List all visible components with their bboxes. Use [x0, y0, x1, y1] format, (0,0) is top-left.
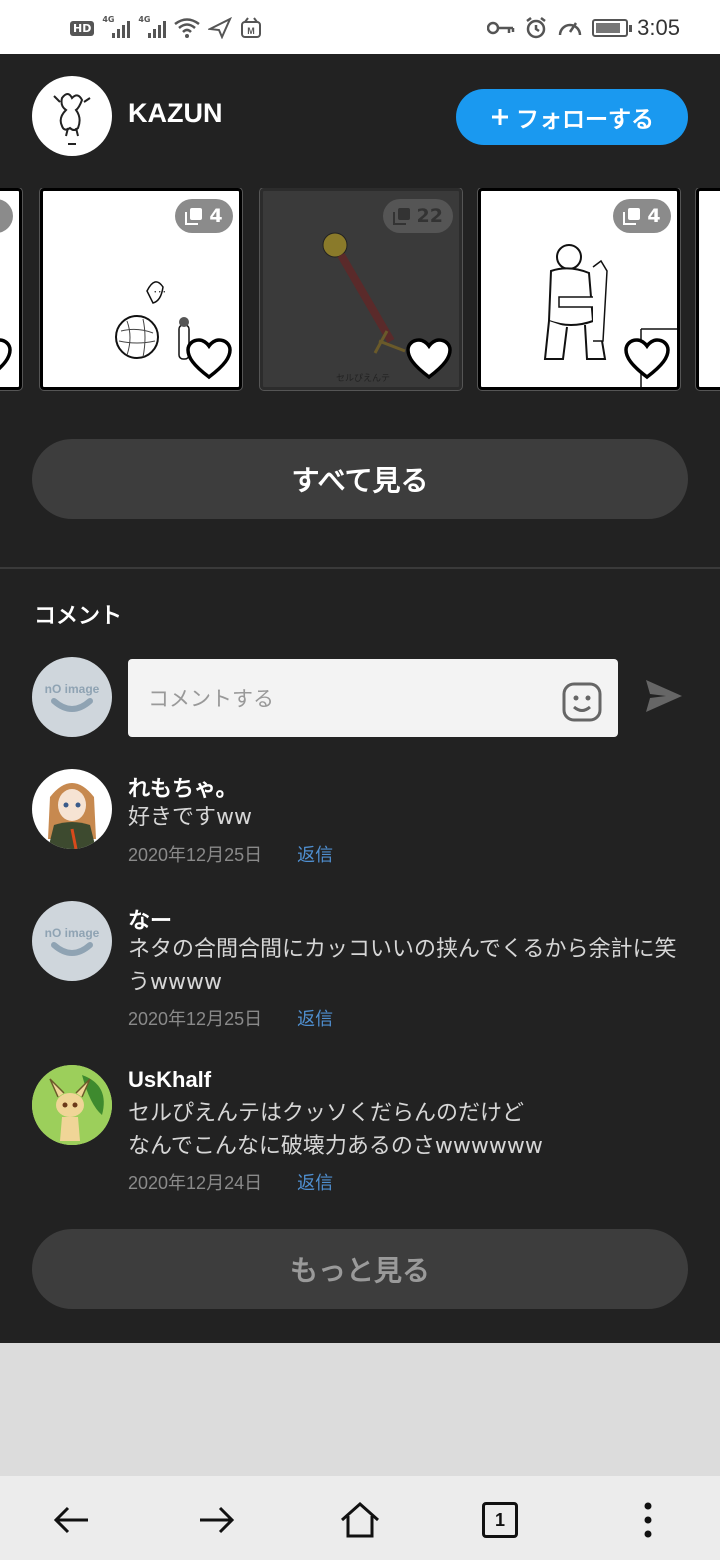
work-thumbnail[interactable]: セルぴえんテ 22 — [259, 188, 463, 391]
comment-meta: 2020年12月25日 返信 — [128, 1005, 333, 1031]
comment-author[interactable]: れもちゃ。 — [128, 771, 238, 803]
send-comment-icon[interactable] — [644, 676, 684, 716]
signal-icon: 4G — [138, 15, 167, 38]
comment-item: UsKhalf セルぴえんテはクッソくだらんのだけど なんでこんなに破壊力あるの… — [32, 1065, 692, 1195]
svg-text:nO image: nO image — [45, 682, 100, 696]
image-count-badge: 4 — [0, 199, 13, 233]
alarm-icon — [526, 17, 546, 39]
section-divider — [0, 567, 720, 569]
back-arrow-icon[interactable] — [50, 1498, 94, 1542]
heart-icon[interactable] — [185, 337, 233, 381]
load-more-button[interactable]: もっと見る — [32, 1229, 688, 1309]
svg-text:nO image: nO image — [45, 926, 100, 940]
tabs-icon[interactable]: 1 — [482, 1502, 518, 1538]
comment-item: nO image なー ネタの合間合間にカッコいいの挟んでくるから余計に笑うww… — [32, 901, 692, 1031]
comment-date: 2020年12月24日 — [128, 1173, 263, 1193]
works-gallery[interactable]: 4 ･･･ 4 セル — [0, 188, 720, 392]
current-user-avatar: nO image — [32, 657, 112, 737]
comment-text: ネタの合間合間にカッコいいの挟んでくるから余計に笑うwwww — [128, 937, 677, 995]
comment-input-placeholder: コメントする — [148, 687, 274, 711]
comment-text: 好きですww — [128, 805, 252, 830]
multi-image-icon — [185, 208, 203, 225]
avatar[interactable]: nO image — [32, 901, 112, 981]
work-thumbnail[interactable]: ･･･ 4 — [39, 188, 243, 391]
signal-icon: 4G — [102, 15, 131, 38]
browser-nav-bar: 1 — [0, 1476, 720, 1560]
image-count-badge: 4 — [175, 199, 233, 233]
reply-link[interactable]: 返信 — [297, 1173, 333, 1193]
heart-icon[interactable] — [0, 337, 13, 381]
follow-button-label: フォローする — [516, 107, 654, 133]
avatar[interactable] — [32, 1065, 112, 1145]
forward-arrow-icon[interactable] — [194, 1498, 238, 1542]
more-vert-icon[interactable] — [626, 1498, 670, 1542]
comment-author[interactable]: UsKhalf — [128, 1067, 211, 1093]
hd-icon: HD — [70, 20, 95, 36]
multi-image-icon — [392, 208, 410, 225]
work-thumbnail[interactable] — [695, 188, 720, 391]
work-thumbnail[interactable]: 4 — [477, 188, 681, 391]
comments-heading: コメント — [34, 604, 123, 629]
image-count-badge: 4 — [613, 199, 671, 233]
home-icon[interactable] — [338, 1498, 382, 1542]
see-all-button[interactable]: すべて見る — [32, 439, 688, 519]
follow-button[interactable]: フォローする — [456, 89, 688, 145]
svg-text:M: M — [248, 26, 256, 36]
comment-date: 2020年12月25日 — [128, 845, 263, 865]
reply-link[interactable]: 返信 — [297, 1009, 333, 1029]
comment-author[interactable]: なー — [128, 903, 172, 935]
avatar[interactable] — [32, 769, 112, 849]
comment-item: れもちゃ。 好きですww 2020年12月25日 返信 — [32, 769, 692, 869]
status-bar: HD 4G 4G M 3:05 — [0, 0, 720, 54]
app-icon: M — [241, 17, 262, 38]
comment-meta: 2020年12月25日 返信 — [128, 841, 333, 867]
clock: 3:05 — [637, 15, 680, 40]
battery-icon — [592, 19, 633, 37]
artwork-caption: セルぴえんテ — [336, 373, 390, 384]
plus-icon — [492, 109, 508, 125]
comment-input[interactable]: コメントする — [128, 659, 618, 737]
work-thumbnail[interactable]: 4 — [0, 188, 23, 391]
comment-meta: 2020年12月24日 返信 — [128, 1169, 333, 1195]
speed-icon — [558, 22, 582, 36]
emoji-icon[interactable] — [562, 682, 602, 722]
status-right: 3:05 — [487, 14, 680, 42]
heart-icon[interactable] — [405, 337, 453, 381]
status-left: HD 4G 4G M — [70, 14, 262, 42]
send-icon — [208, 17, 233, 39]
comment-text: セルぴえんテはクッソくだらんのだけど なんでこんなに破壊力あるのさwwwwww — [128, 1101, 543, 1159]
username: KAZUN — [128, 98, 223, 128]
image-count-badge: 22 — [382, 199, 453, 233]
wifi-icon — [174, 18, 201, 38]
page-footer-area — [0, 1343, 720, 1476]
avatar-character-icon — [32, 1065, 112, 1145]
no-image-icon: nO image — [45, 682, 100, 712]
avatar-figure-icon — [53, 93, 91, 145]
no-image-icon: nO image — [45, 926, 100, 956]
avatar[interactable] — [32, 76, 112, 156]
comment-date: 2020年12月25日 — [128, 1009, 263, 1029]
heart-icon[interactable] — [623, 337, 671, 381]
multi-image-icon — [623, 208, 641, 225]
svg-text:･･･: ･･･ — [153, 288, 167, 298]
profile-header: KAZUN フォローする — [32, 76, 688, 156]
reply-link[interactable]: 返信 — [297, 845, 333, 865]
avatar-portrait-icon — [48, 783, 96, 849]
key-icon — [487, 21, 515, 35]
